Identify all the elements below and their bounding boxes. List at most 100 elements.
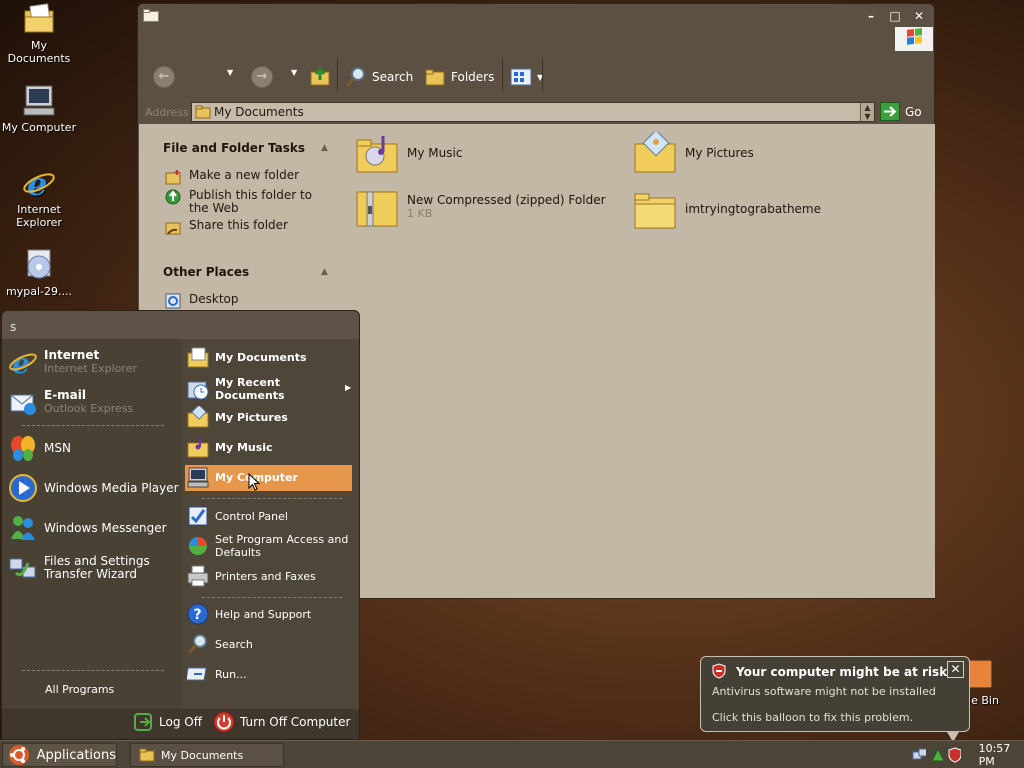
place-my-pictures[interactable]: My Pictures — [187, 406, 288, 428]
outlook-express-icon — [10, 394, 36, 415]
messenger-icon — [11, 516, 35, 540]
network-icon[interactable] — [912, 747, 926, 763]
maximize-button[interactable]: □ — [886, 8, 904, 24]
file-my-pictures[interactable]: My Pictures — [633, 132, 754, 174]
other-places-header[interactable]: Other Places — [163, 265, 249, 279]
help-icon: ? — [187, 603, 209, 625]
menu-separator — [202, 498, 342, 499]
control-panel[interactable]: Control Panel — [187, 505, 288, 527]
forward-dropdown[interactable]: ▼ — [291, 68, 297, 77]
desktop-icon-label: Internet Explorer — [16, 203, 62, 229]
place-my-documents[interactable]: My Documents — [187, 346, 307, 368]
menu-separator — [202, 597, 342, 598]
mouse-cursor-icon — [248, 473, 260, 491]
desktop-icon-label: My Computer — [1, 121, 77, 134]
all-programs-button[interactable]: All Programs — [45, 683, 114, 696]
toolbar-separator — [502, 58, 503, 92]
close-button[interactable]: ✕ — [910, 8, 928, 24]
go-button[interactable]: Go — [880, 102, 922, 121]
turn-off-button[interactable]: Turn Off Computer — [213, 711, 350, 733]
publish-web-icon — [165, 189, 181, 205]
documents-folder-icon — [187, 347, 209, 368]
file-my-music[interactable]: My Music — [355, 132, 462, 174]
svg-text:e: e — [27, 166, 47, 200]
go-arrow-icon — [880, 102, 900, 121]
views-icon — [510, 68, 532, 86]
collapse-chevron-icon[interactable]: ▲ — [321, 267, 328, 277]
folder-icon — [195, 105, 211, 119]
toolbar-separator — [337, 58, 338, 92]
search-icon — [345, 67, 365, 87]
publish-folder-task[interactable]: Publish this folder to the Web — [165, 189, 315, 215]
balloon-close-button[interactable]: ✕ — [947, 661, 964, 678]
desktop-icon-recycle-bin[interactable]: cle Bin — [962, 660, 1024, 710]
make-new-folder-task[interactable]: Make a new folder — [165, 169, 299, 185]
system-tray: 10:57 PM — [904, 742, 1022, 768]
run-icon — [187, 667, 207, 681]
update-icon[interactable] — [930, 747, 944, 763]
window-titlebar[interactable]: – □ ✕ — [138, 4, 934, 30]
taskbar-my-documents[interactable]: My Documents — [130, 743, 284, 767]
ubuntu-logo-icon — [9, 745, 29, 765]
taskbar: Applications My Documents 10:57 PM — [0, 740, 1024, 768]
recent-msn[interactable]: MSN — [8, 433, 71, 463]
folder-documents-icon — [22, 2, 56, 36]
back-arrow-icon: ← — [153, 66, 175, 88]
place-my-music[interactable]: My Music — [187, 436, 273, 458]
folders-button[interactable]: Folders — [424, 66, 494, 88]
file-imtryingtograbatheme[interactable]: imtryingtograbatheme — [633, 188, 821, 230]
log-off-button[interactable]: Log Off — [132, 711, 202, 733]
start-menu-footer: Log Off Turn Off Computer — [2, 709, 359, 739]
desktop-icon-my-computer[interactable]: My Computer — [0, 84, 78, 134]
desktop-icon — [165, 293, 181, 309]
svg-text:?: ? — [194, 607, 202, 623]
address-input[interactable]: My Documents — [191, 102, 875, 122]
recent-media-player[interactable]: Windows Media Player — [8, 473, 179, 503]
up-folder-icon — [310, 66, 330, 86]
help-and-support[interactable]: ? Help and Support — [187, 603, 311, 625]
forward-button[interactable]: → — [251, 66, 273, 88]
address-value: My Documents — [214, 105, 304, 119]
start-menu-user: s — [2, 311, 359, 339]
back-button[interactable]: ← — [153, 66, 175, 88]
search-menu-item[interactable]: Search — [187, 633, 253, 655]
share-folder-icon — [165, 222, 181, 235]
recent-transfer-wizard[interactable]: Files and Settings Transfer Wizard — [8, 553, 178, 583]
share-folder-task[interactable]: Share this folder — [165, 219, 288, 235]
start-button[interactable]: Applications — [2, 743, 117, 767]
place-my-computer[interactable]: My Computer — [187, 466, 298, 488]
place-my-recent-documents[interactable]: My Recent Documents ▶ — [187, 376, 352, 402]
pictures-folder-icon — [187, 406, 209, 428]
search-button[interactable]: Search — [345, 66, 413, 88]
tasks-header[interactable]: File and Folder Tasks — [163, 141, 305, 155]
back-dropdown[interactable]: ▼ — [227, 68, 233, 77]
internet-explorer-icon: e — [9, 347, 37, 377]
address-bar: Address My Documents ▲ ▼ Go — [138, 100, 934, 124]
desktop-icon-internet-explorer[interactable]: e Internet Explorer — [0, 166, 78, 229]
file-compressed-folder[interactable]: New Compressed (zipped) Folder 1 KB — [355, 186, 606, 228]
pinned-internet[interactable]: e Internet Internet Explorer — [8, 347, 137, 377]
address-dropdown-button[interactable]: ▲ ▼ — [860, 103, 874, 121]
music-folder-icon — [356, 136, 398, 173]
pictures-folder-icon — [634, 132, 676, 173]
desktop-icon-my-documents[interactable]: My Documents — [0, 2, 78, 65]
pinned-email[interactable]: E-mail Outlook Express — [8, 387, 133, 417]
desktop-icon-mypal[interactable]: mypal-29.... — [0, 248, 78, 298]
collapse-chevron-icon[interactable]: ▲ — [321, 143, 328, 153]
folders-label: Folders — [451, 70, 495, 84]
set-program-access[interactable]: Set Program Access and Defaults — [187, 533, 352, 559]
security-shield-icon[interactable] — [947, 747, 961, 763]
security-balloon[interactable]: Your computer might be at risk Antivirus… — [700, 656, 970, 742]
folder-title-icon — [143, 9, 159, 22]
desktop-place-link[interactable]: Desktop — [165, 293, 239, 309]
file-size: 1 KB — [407, 207, 433, 220]
minimize-button[interactable]: – — [862, 8, 880, 24]
menu-separator — [22, 425, 164, 426]
zip-folder-icon — [356, 191, 398, 227]
printers-and-faxes[interactable]: Printers and Faxes — [187, 565, 316, 587]
views-button[interactable]: ▼ — [510, 66, 543, 88]
recent-messenger[interactable]: Windows Messenger — [8, 513, 167, 543]
up-folder-button[interactable] — [309, 65, 331, 87]
security-shield-icon — [712, 663, 726, 679]
run-menu-item[interactable]: Run... — [187, 663, 247, 685]
